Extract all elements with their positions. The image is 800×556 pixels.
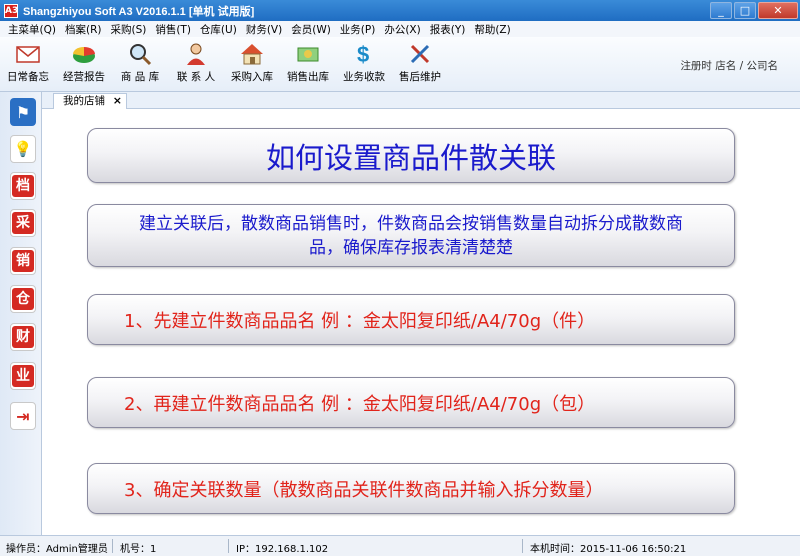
lightbulb-icon: 💡 — [13, 140, 33, 158]
tab-bar: 我的店铺 × — [42, 92, 800, 109]
toolbar-label: 业务收款 — [343, 71, 385, 83]
money-icon — [295, 41, 321, 67]
menu-finance[interactable]: 财务(V) — [246, 22, 282, 37]
finance-icon: 财 — [12, 326, 34, 348]
tab-close-icon[interactable]: × — [113, 94, 122, 108]
toolbar-label: 售后维护 — [399, 71, 441, 83]
menu-bar: 主菜单(Q) 档案(R) 采购(S) 销售(T) 仓库(U) 财务(V) 会员(… — [0, 21, 800, 37]
main-content: 如何设置商品件散关联 建立关联后，散数商品销售时，件数商品会按销售数量自动拆分成… — [42, 109, 800, 535]
status-time: 本机时间：2015-11-06 16:50:21 — [530, 544, 687, 555]
toolbar-daily-memo-button[interactable]: 日常备忘 — [0, 37, 56, 91]
archive-icon: 档 — [12, 175, 34, 197]
tab-label: 我的店铺 — [63, 95, 105, 107]
status-bar: 操作员：Admin管理员 机号：1 IP：192.168.1.102 本机时间：… — [0, 535, 800, 556]
sidebar-archive-button[interactable]: 档 — [10, 172, 36, 200]
mail-icon — [15, 41, 41, 67]
svg-text:$: $ — [357, 42, 369, 66]
step-1-panel[interactable]: 1、先建立件数商品品名 例 ：金太阳复印纸/A4/70g（件） — [87, 294, 735, 345]
status-machine: 机号：1 — [120, 544, 157, 555]
menu-help[interactable]: 帮助(Z) — [474, 22, 510, 37]
left-sidebar: ⚑ 💡 档 采 销 仓 财 业 ⇥ — [0, 92, 42, 535]
toolbar-sales-out-button[interactable]: 销售出库 — [280, 37, 336, 91]
guide-description: 建立关联后，散数商品销售时，件数商品会按销售数量自动拆分成散数商品，确保库存报表… — [139, 213, 683, 258]
tab-my-store[interactable]: 我的店铺 × — [53, 93, 127, 109]
guide-title-panel: 如何设置商品件散关联 — [87, 128, 735, 183]
flag-icon: ⚑ — [15, 102, 31, 122]
toolbar-receivables-button[interactable]: $ 业务收款 — [336, 37, 392, 91]
sidebar-flag-button[interactable]: ⚑ — [10, 98, 36, 126]
toolbar-contacts-button[interactable]: 联 系 人 — [168, 37, 224, 91]
close-button[interactable]: ✕ — [758, 2, 798, 19]
warehouse-icon: 仓 — [12, 288, 34, 310]
menu-warehouse[interactable]: 仓库(U) — [200, 22, 237, 37]
menu-office[interactable]: 办公(X) — [384, 22, 420, 37]
step-3-panel[interactable]: 3、确定关联数量（散数商品关联件数商品并输入拆分数量） — [87, 463, 735, 514]
title-bar: A3 Shangzhiyou Soft A3 V2016.1.1 [单机 试用版… — [0, 0, 800, 21]
status-divider — [522, 539, 523, 553]
registration-info: 注册时 店名 / 公司名 — [680, 60, 778, 72]
maximize-button[interactable]: □ — [734, 2, 756, 19]
toolbar-label: 商 品 库 — [120, 71, 160, 83]
sales-icon: 销 — [12, 250, 34, 272]
sidebar-purchase-button[interactable]: 采 — [10, 209, 36, 237]
exit-icon: ⇥ — [16, 406, 30, 426]
window-controls: _ □ ✕ — [710, 2, 798, 19]
menu-member[interactable]: 会员(W) — [291, 22, 331, 37]
toolbar-purchase-in-button[interactable]: 采购入库 — [224, 37, 280, 91]
step-3-text: 3、确定关联数量（散数商品关联件数商品并输入拆分数量） — [124, 479, 604, 501]
menu-archive[interactable]: 档案(R) — [65, 22, 102, 37]
sidebar-warehouse-button[interactable]: 仓 — [10, 285, 36, 313]
menu-main[interactable]: 主菜单(Q) — [8, 22, 56, 37]
status-operator: 操作员：Admin管理员 — [6, 544, 108, 555]
menu-sales[interactable]: 销售(T) — [155, 22, 191, 37]
menu-reports[interactable]: 报表(Y) — [430, 22, 466, 37]
toolbar-label: 联 系 人 — [176, 71, 216, 83]
window-title: Shangzhiyou Soft A3 V2016.1.1 [单机 试用版] — [23, 5, 255, 18]
toolbar-product-library-button[interactable]: 商 品 库 — [112, 37, 168, 91]
app-icon: A3 — [4, 3, 19, 18]
house-icon — [239, 41, 265, 67]
toolbar-label: 日常备忘 — [7, 71, 49, 83]
status-divider — [228, 539, 229, 553]
status-divider — [112, 539, 113, 553]
toolbar: 日常备忘 经营报告 商 品 库 联 系 人 采购入库 销售出库 $ 业务收款 售… — [0, 37, 800, 92]
menu-purchase[interactable]: 采购(S) — [110, 22, 146, 37]
guide-title: 如何设置商品件散关联 — [265, 140, 556, 175]
guide-description-panel: 建立关联后，散数商品销售时，件数商品会按销售数量自动拆分成散数商品，确保库存报表… — [87, 204, 735, 267]
toolbar-label: 经营报告 — [63, 71, 105, 83]
business-icon: 业 — [12, 365, 34, 387]
sidebar-sales-button[interactable]: 销 — [10, 247, 36, 275]
pie-chart-icon — [71, 41, 97, 67]
toolbar-business-report-button[interactable]: 经营报告 — [56, 37, 112, 91]
sidebar-idea-button[interactable]: 💡 — [10, 135, 36, 163]
menu-business[interactable]: 业务(P) — [340, 22, 376, 37]
sidebar-finance-button[interactable]: 财 — [10, 323, 36, 351]
purchase-icon: 采 — [12, 212, 34, 234]
magnifier-icon — [127, 41, 153, 67]
toolbar-label: 采购入库 — [231, 71, 273, 83]
toolbar-after-sales-button[interactable]: 售后维护 — [392, 37, 448, 91]
person-icon — [183, 41, 209, 67]
step-2-text: 2、再建立件数商品品名 例 ：金太阳复印纸/A4/70g（包） — [124, 393, 596, 415]
sidebar-business-button[interactable]: 业 — [10, 362, 36, 390]
step-1-text: 1、先建立件数商品品名 例 ：金太阳复印纸/A4/70g（件） — [124, 310, 596, 332]
tools-icon — [407, 41, 433, 67]
dollar-icon: $ — [351, 41, 377, 67]
step-2-panel[interactable]: 2、再建立件数商品品名 例 ：金太阳复印纸/A4/70g（包） — [87, 377, 735, 428]
toolbar-label: 销售出库 — [287, 71, 329, 83]
status-ip: IP：192.168.1.102 — [236, 544, 329, 555]
sidebar-exit-button[interactable]: ⇥ — [10, 402, 36, 430]
minimize-button[interactable]: _ — [710, 2, 732, 19]
